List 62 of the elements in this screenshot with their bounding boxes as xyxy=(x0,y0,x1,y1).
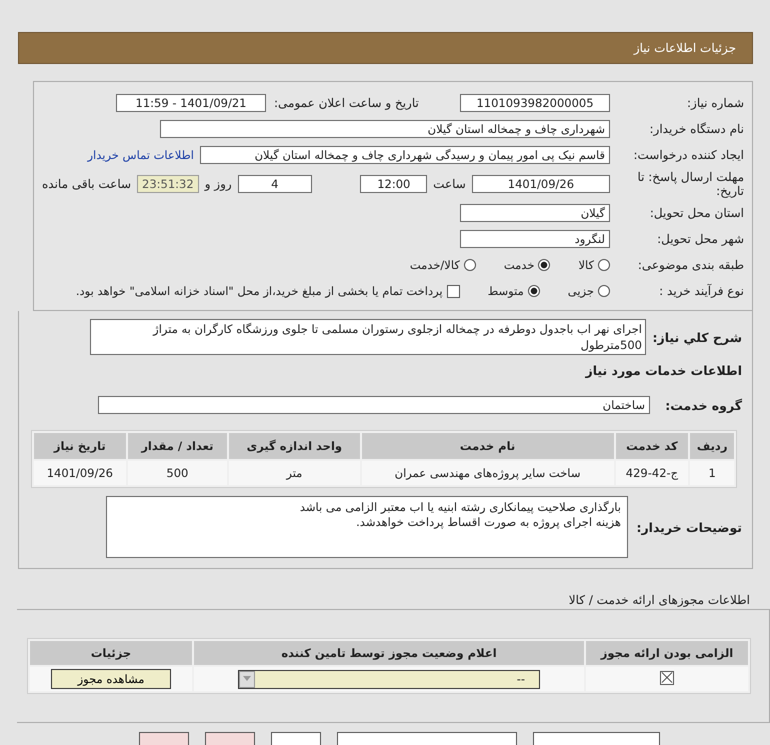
column-header: تعداد / مقدار xyxy=(128,433,228,459)
days-field: 4 xyxy=(238,175,312,193)
radio-label: جزیی xyxy=(568,284,594,298)
note-line: بارگذاری صلاحیت پیمانکاری رشته ابنیه یا اب معتبر الزامی می باشد xyxy=(298,500,621,515)
radio-label: کالا xyxy=(578,258,594,272)
section-title: اطلاعات خدمات مورد نیاز xyxy=(584,363,742,378)
radio-button[interactable] xyxy=(538,259,550,271)
field-label: گروه خدمت: xyxy=(664,398,742,412)
radio-label: خدمت xyxy=(504,258,534,272)
header-title: جزئیات اطلاعات نیاز xyxy=(634,41,736,55)
deadline-time-field: 12:00 xyxy=(360,175,428,193)
field-label: مهلت ارسال پاسخ: تا تاریخ: xyxy=(636,170,744,198)
table-cell: 1 xyxy=(690,461,734,485)
table-cell: ج-42-429 xyxy=(616,461,688,485)
remaining-time-field: 23:51:32 xyxy=(137,175,199,193)
field-label: نام دستگاه خریدار: xyxy=(648,122,744,136)
field-label: ایجاد کننده درخواست: xyxy=(632,148,744,162)
status-dropdown[interactable]: -- xyxy=(238,670,540,688)
table-cell: متر xyxy=(229,461,360,485)
field-label: شهر محل تحویل: xyxy=(656,232,744,246)
field-label: توضیحات خریدار: xyxy=(635,520,742,534)
radio-button[interactable] xyxy=(598,259,610,271)
column-header: اعلام وضعیت مجوز توسط تامین کننده xyxy=(194,641,584,665)
table-cell: 1401/09/26 xyxy=(34,461,126,485)
buyer-org-field: شهرداری چاف و چمخاله استان گیلان xyxy=(160,120,610,138)
announce-date-field: 1401/09/21 - 11:59 xyxy=(116,94,266,112)
description-field: اجرای نهر اب باجدول دوطرفه در چمخاله ازجلوی رستوران مسلمی تا جلوی ورزشگاه کارگران به متراژ 500مترطول xyxy=(90,319,646,355)
radio-button[interactable] xyxy=(598,285,610,297)
checkbox-label: پرداخت تمام یا بخشی از مبلغ خرید،از محل "اسناد خزانه اسلامی" خواهد بود. xyxy=(76,284,443,298)
checkbox[interactable] xyxy=(446,284,460,298)
service-group-field: ساختمان xyxy=(98,396,650,414)
field-label: شرح کلي نیاز: xyxy=(652,330,742,344)
province-field: گیلان xyxy=(460,204,610,222)
column-header: جزئیات xyxy=(30,641,192,665)
radio-label: متوسط xyxy=(488,284,524,298)
view-permit-button[interactable]: مشاهده مجوز xyxy=(51,669,171,689)
radio-label: کالا/خدمت xyxy=(410,258,460,272)
need-number-field: 1101093982000005 xyxy=(460,94,610,112)
radio-button[interactable] xyxy=(528,285,540,297)
remaining-label: ساعت باقی مانده xyxy=(42,177,132,191)
contact-link[interactable]: اطلاعات تماس خریدار xyxy=(87,148,194,162)
column-header: ردیف xyxy=(690,433,734,459)
column-header: کد خدمت xyxy=(616,433,688,459)
section-title: اطلاعات مجوزهای ارائه خدمت / کالا xyxy=(568,593,751,609)
days-label: روز و xyxy=(204,177,232,191)
city-field: لنگرود xyxy=(460,230,610,248)
column-header: نام خدمت xyxy=(362,433,614,459)
deadline-date-field: 1401/09/26 xyxy=(472,175,610,193)
column-header: واحد اندازه گیری xyxy=(229,433,360,459)
field-label: شماره نیاز: xyxy=(686,96,744,110)
field-label: استان محل تحویل: xyxy=(648,206,744,220)
column-header: الزامی بودن ارائه مجوز xyxy=(586,641,748,665)
field-label: نوع فرآیند خرید : xyxy=(658,284,744,298)
requester-field: قاسم نیک پی امور پیمان و رسیدگی شهرداری چاف و چمخاله استان گیلان xyxy=(200,146,610,164)
time-label: ساعت xyxy=(433,177,466,191)
column-header: تاریخ نیاز xyxy=(34,433,126,459)
note-line: هزینه اجرای پروژه به صورت اقساط پرداخت خواهدشد. xyxy=(355,515,621,530)
field-label: تاریخ و ساعت اعلان عمومی: xyxy=(273,96,420,110)
field-label: طبقه بندی موضوعی: xyxy=(636,258,744,272)
table-cell: ساخت سایر پروژه‌های مهندسی عمران xyxy=(362,461,614,485)
table-cell: 500 xyxy=(128,461,228,485)
radio-button[interactable] xyxy=(464,259,476,271)
